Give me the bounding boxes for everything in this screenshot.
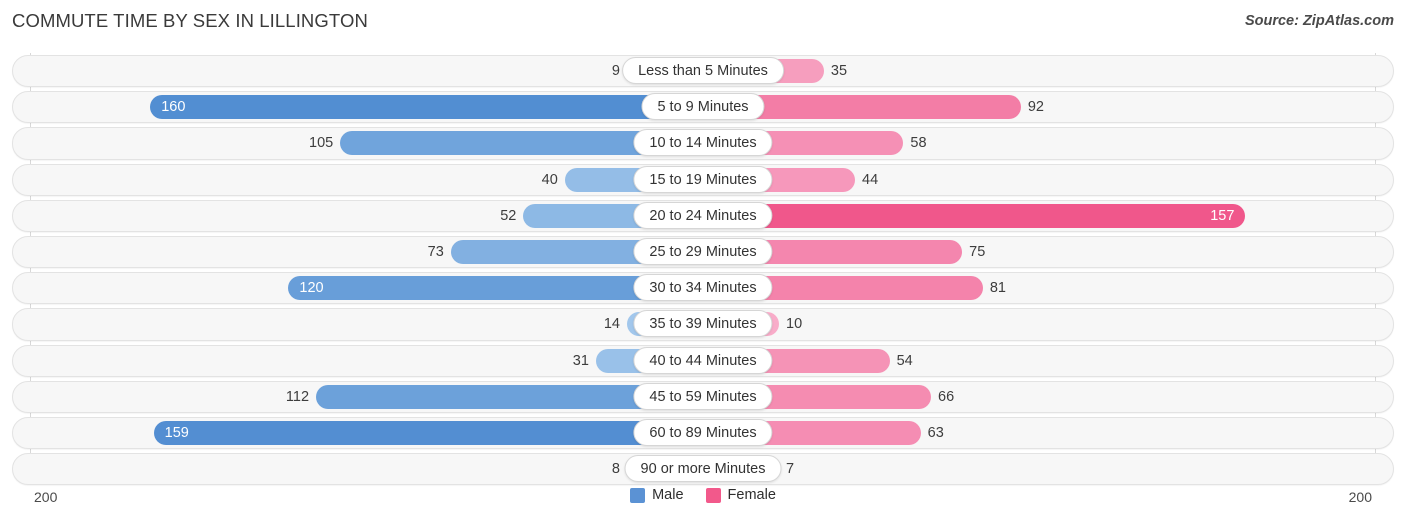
female-value-label: 35 <box>830 63 848 79</box>
page-title: COMMUTE TIME BY SEX IN LILLINGTON <box>12 10 368 31</box>
category-label-10: 45 to 59 Minutes <box>633 382 773 410</box>
chart-row: 8 7 90 or more Minutes <box>12 451 1394 487</box>
category-label-7: 30 to 34 Minutes <box>633 274 773 302</box>
female-value-label: 7 <box>786 461 795 478</box>
female-value-label: 58 <box>910 135 927 152</box>
female-value-label: 54 <box>896 352 913 369</box>
category-label-8: 35 to 39 Minutes <box>633 310 773 338</box>
male-bar-half: 105 <box>12 131 703 156</box>
chart-row: 105 58 10 to 14 Minutes <box>12 125 1394 161</box>
chart-row: 52 157 20 to 24 Minutes <box>12 198 1394 234</box>
male-value-label: 40 <box>541 171 558 188</box>
female-value-label: 75 <box>969 243 986 260</box>
female-value-label: 66 <box>938 388 955 405</box>
male-bar-half: 112 <box>12 384 703 409</box>
chart-row: 14 10 35 to 39 Minutes <box>12 306 1394 342</box>
female-bar-half: 58 <box>703 131 1394 156</box>
female-bar-half: 44 <box>703 167 1394 192</box>
category-label-4: 15 to 19 Minutes <box>633 165 773 193</box>
female-bar-half: 54 <box>703 348 1394 373</box>
male-value-label: 105 <box>309 135 334 152</box>
female-value-label: 44 <box>862 171 879 188</box>
male-value-label: 52 <box>500 207 517 224</box>
chart-row: 73 75 25 to 29 Minutes <box>12 234 1394 270</box>
male-bar[interactable]: 160 <box>150 95 703 120</box>
male-value-label: 160 <box>161 99 186 116</box>
female-value-label: 63 <box>927 424 944 441</box>
male-bar-half: 159 <box>12 420 703 445</box>
female-bar-half: 75 <box>703 239 1394 264</box>
male-value-label: 73 <box>427 243 444 260</box>
male-bar-half: 9 <box>12 59 703 83</box>
category-label-5: 20 to 24 Minutes <box>633 201 773 229</box>
chart-container: COMMUTE TIME BY SEX IN LILLINGTON Source… <box>0 0 1406 523</box>
female-value-label: 92 <box>1027 99 1044 116</box>
female-bar-half: 157 <box>703 203 1394 228</box>
chart-row: 120 81 30 to 34 Minutes <box>12 270 1394 306</box>
female-bar-half: 7 <box>703 457 1394 482</box>
male-value-label: 120 <box>299 280 324 297</box>
male-bar-half: 31 <box>12 348 703 373</box>
male-bar-half: 160 <box>12 95 703 120</box>
male-value-label: 112 <box>285 388 310 405</box>
male-bar-half: 8 <box>12 457 703 482</box>
male-value-label: 159 <box>164 424 189 441</box>
male-bar-half: 73 <box>12 239 703 264</box>
female-bar[interactable]: 157 <box>703 203 1246 228</box>
category-label-1: Less than 5 Minutes <box>622 57 784 84</box>
female-bar-half: 63 <box>703 420 1394 445</box>
category-label-9: 40 to 44 Minutes <box>633 346 773 374</box>
chart-row: 159 63 60 to 89 Minutes <box>12 415 1394 451</box>
female-bar-half: 35 <box>703 59 1394 83</box>
chart-row: 9 35 Less than 5 Minutes <box>12 53 1394 89</box>
chart-row: 160 92 5 to 9 Minutes <box>12 89 1394 125</box>
source-attribution: Source: ZipAtlas.com <box>1244 13 1394 29</box>
male-bar-half: 40 <box>12 167 703 192</box>
female-bar-half: 92 <box>703 95 1394 120</box>
category-label-11: 60 to 89 Minutes <box>633 418 773 446</box>
legend-item-female[interactable]: Female <box>705 487 776 503</box>
male-value-label: 8 <box>611 461 620 478</box>
female-bar-half: 81 <box>703 276 1394 301</box>
legend-item-male[interactable]: Male <box>630 487 684 503</box>
female-value-label: 10 <box>786 316 803 333</box>
chart-row: 31 54 40 to 44 Minutes <box>12 343 1394 379</box>
male-value-label: 9 <box>611 63 620 79</box>
category-label-6: 25 to 29 Minutes <box>633 237 773 265</box>
chart-row: 112 66 45 to 59 Minutes <box>12 379 1394 415</box>
category-label-12: 90 or more Minutes <box>624 455 782 483</box>
legend-swatch-icon <box>630 487 646 503</box>
chart-legend: Male Female <box>0 487 1406 503</box>
female-value-label: 81 <box>989 280 1006 297</box>
male-bar-half: 120 <box>12 276 703 301</box>
legend-label: Male <box>652 487 684 503</box>
male-value-label: 14 <box>603 316 620 333</box>
female-bar-half: 10 <box>703 312 1394 337</box>
female-bar-half: 66 <box>703 384 1394 409</box>
male-value-label: 31 <box>572 352 589 369</box>
male-bar[interactable]: 159 <box>153 420 703 445</box>
chart-row: 40 44 15 to 19 Minutes <box>12 162 1394 198</box>
category-label-2: 5 to 9 Minutes <box>641 93 765 121</box>
category-label-3: 10 to 14 Minutes <box>633 129 773 157</box>
female-value-label: 157 <box>1210 207 1235 224</box>
legend-label: Female <box>727 487 776 503</box>
plot-area: 9 35 Less than 5 Minutes 160 92 5 to 9 Minute… <box>12 53 1394 487</box>
legend-swatch-icon <box>705 487 721 503</box>
male-bar-half: 52 <box>12 203 703 228</box>
male-bar-half: 14 <box>12 312 703 337</box>
